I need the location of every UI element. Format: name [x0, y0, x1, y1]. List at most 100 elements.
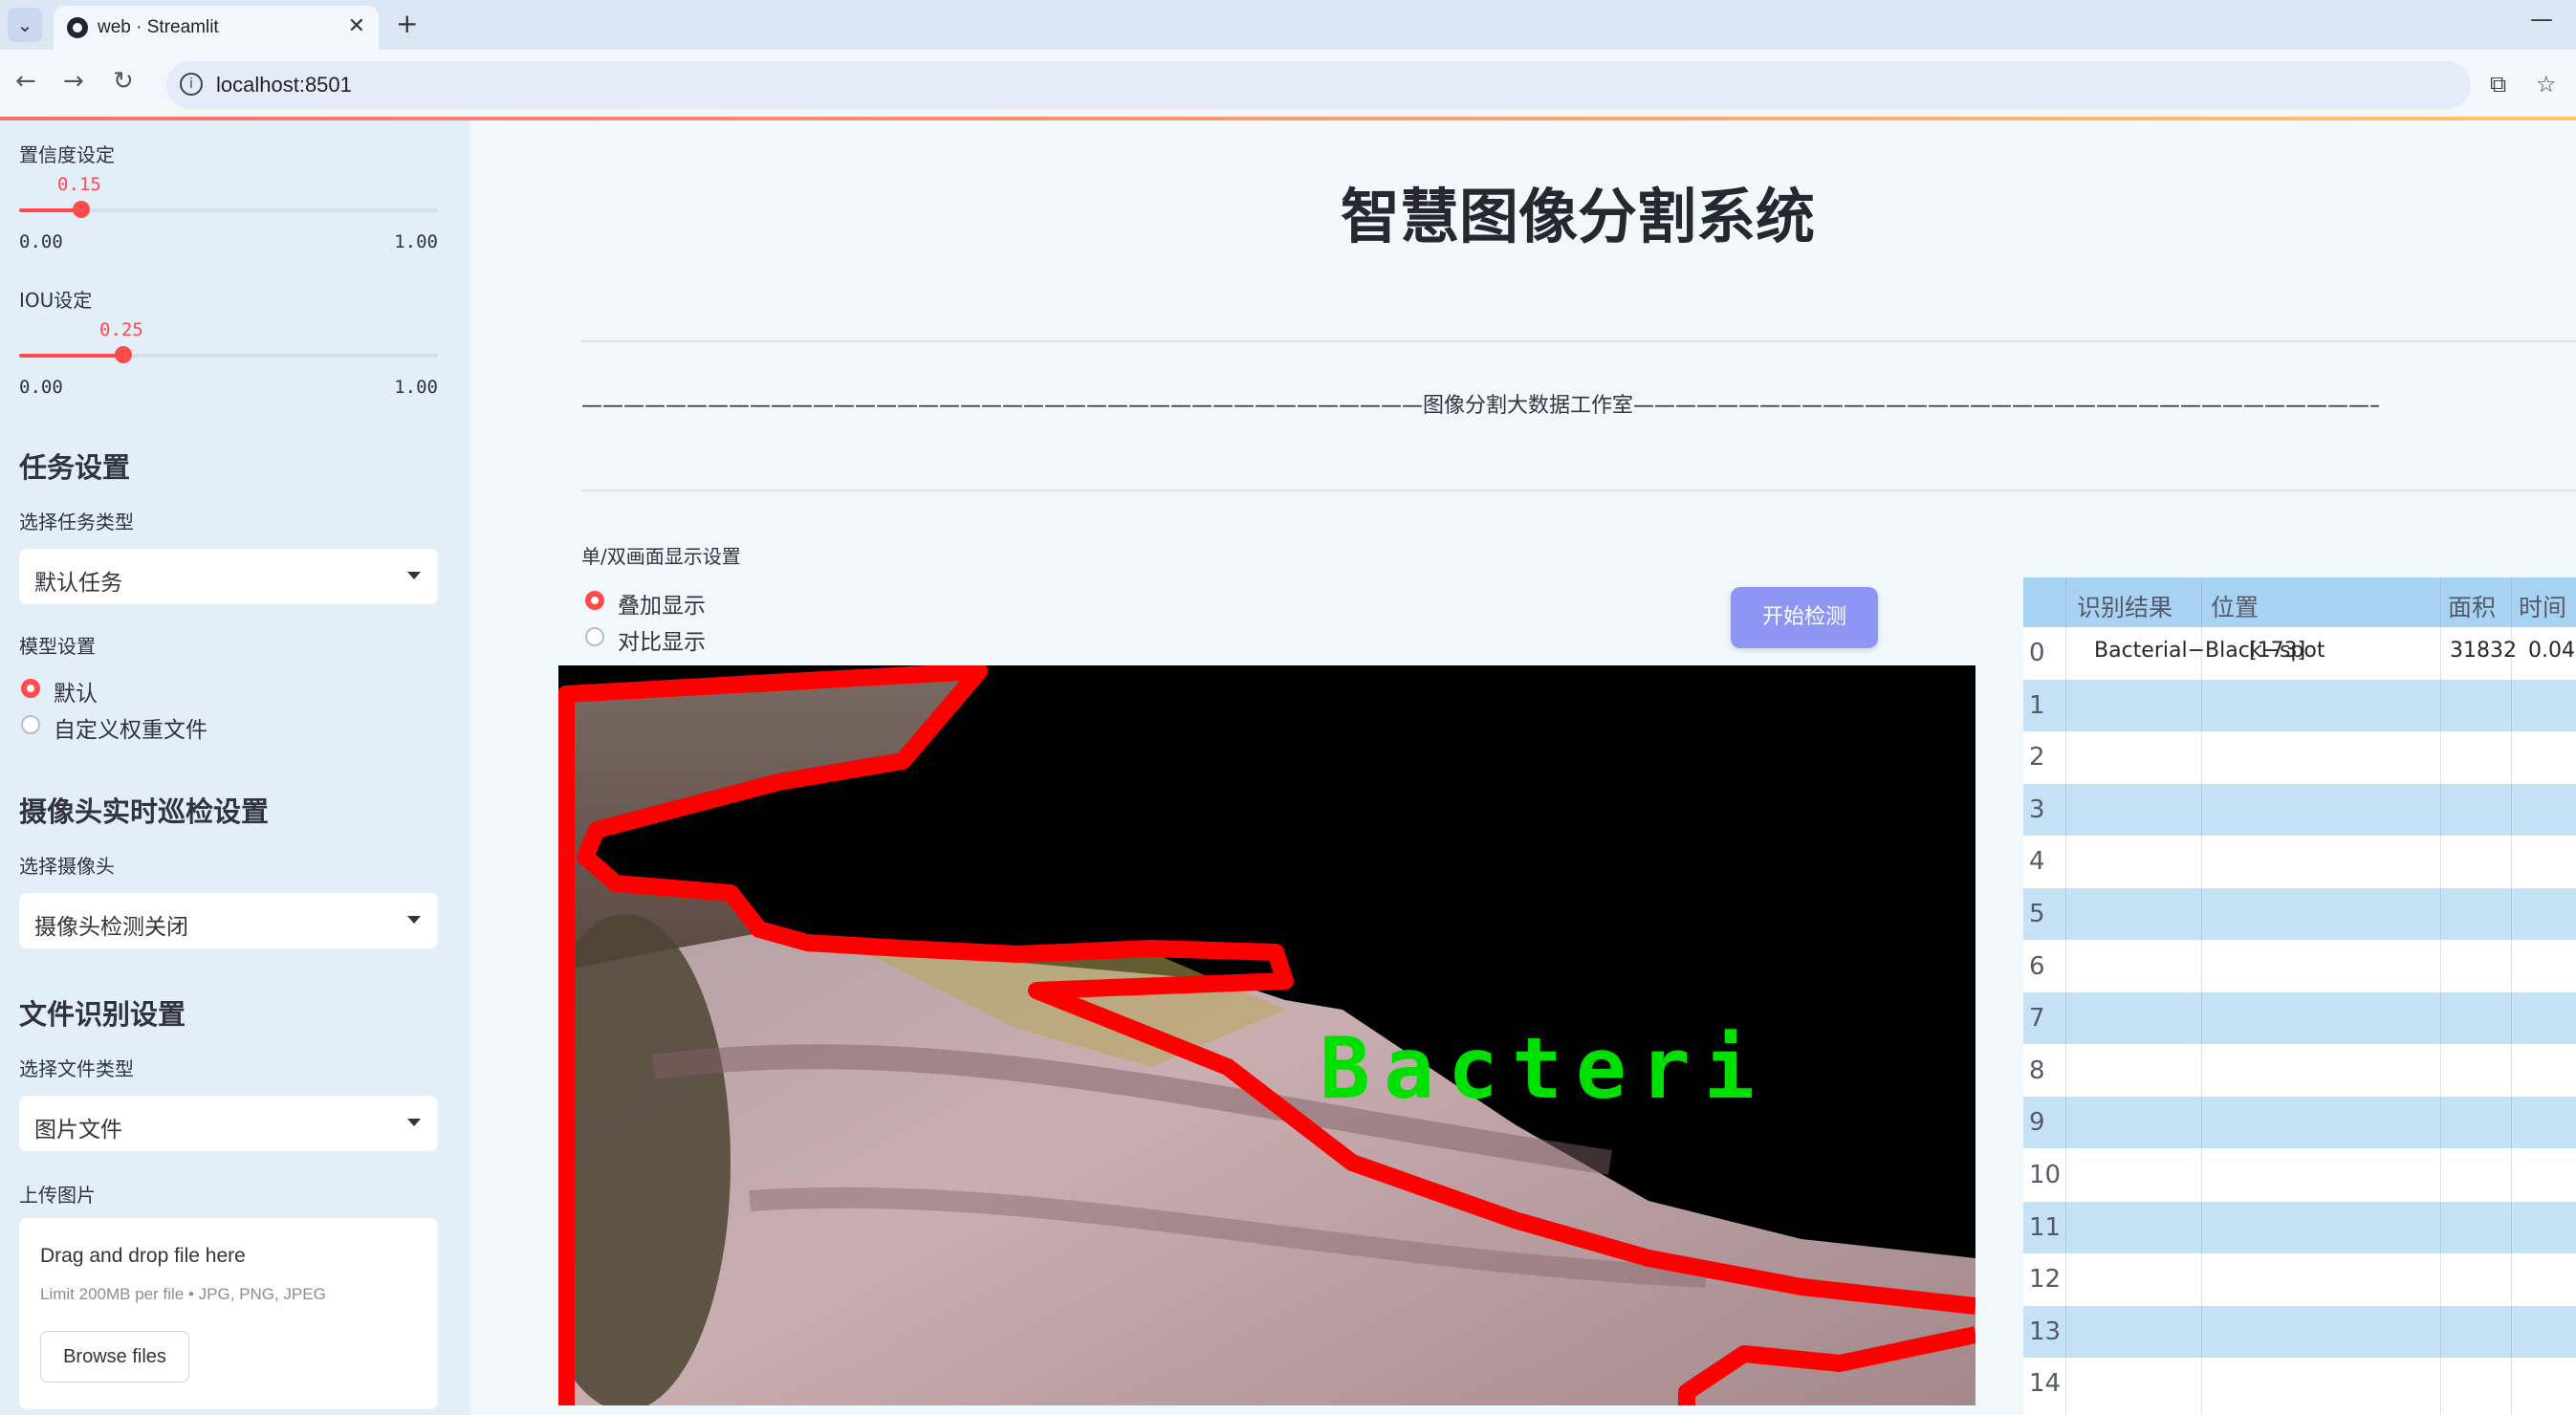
upload-drop-text: Drag and drop file here: [40, 1245, 246, 1267]
upload-label: 上传图片: [19, 1184, 96, 1207]
camera-select[interactable]: 摄像头检测关闭: [19, 893, 438, 948]
column-header-area[interactable]: 面积: [2448, 589, 2496, 623]
start-detection-button[interactable]: 开始检测: [1731, 587, 1878, 648]
table-row[interactable]: 1: [2023, 679, 2576, 731]
row-index: 14: [2029, 1369, 2062, 1399]
camera-settings-heading: 摄像头实时巡检设置: [19, 795, 270, 828]
row-index: 1: [2029, 690, 2045, 720]
radio-label: 叠加显示: [618, 594, 706, 619]
table-row[interactable]: 3: [2023, 783, 2576, 836]
back-arrow-icon[interactable]: ←: [15, 67, 36, 96]
row-index: 9: [2029, 1108, 2045, 1138]
table-row[interactable]: 5: [2023, 888, 2576, 940]
bookmark-star-icon[interactable]: ☆: [2536, 71, 2557, 98]
chevron-down-icon: [407, 1119, 421, 1126]
row-index: 12: [2029, 1265, 2062, 1295]
url-text: localhost:8501: [216, 73, 352, 97]
segmentation-result-image: Bacteri: [558, 665, 1976, 1405]
table-header: 识别结果 位置 面积 时间: [2023, 577, 2576, 627]
row-index: 3: [2029, 795, 2045, 824]
slider-min: 0.00: [19, 377, 63, 398]
divider: [581, 490, 2576, 491]
results-table[interactable]: 识别结果 位置 面积 时间 0 Bacterial−Black−spot [173]…: [2023, 577, 2576, 1415]
table-row[interactable]: 8: [2023, 1044, 2576, 1097]
table-row[interactable]: 10: [2023, 1149, 2576, 1201]
cell-area: 31832: [2450, 639, 2517, 663]
radio-unselected-icon[interactable]: [21, 715, 40, 734]
minimize-window-icon[interactable]: —: [2530, 6, 2553, 33]
table-row[interactable]: 12: [2023, 1253, 2576, 1306]
segmentation-overlay: Bacteri: [558, 665, 1976, 1405]
confidence-slider[interactable]: 0.15 0.00 1.00: [19, 120, 438, 252]
task-settings-heading: 任务设置: [19, 451, 131, 484]
model-settings-label: 模型设置: [19, 635, 96, 658]
file-type-select[interactable]: 图片文件: [19, 1096, 438, 1151]
slider-value: 0.15: [57, 174, 101, 195]
table-row[interactable]: 11: [2023, 1201, 2576, 1253]
table-row[interactable]: 7: [2023, 992, 2576, 1045]
forward-arrow-icon[interactable]: →: [63, 67, 84, 96]
table-row[interactable]: 13: [2023, 1305, 2576, 1358]
row-index: 8: [2029, 1056, 2045, 1085]
browse-files-button[interactable]: Browse files: [40, 1331, 189, 1382]
column-divider: [2065, 577, 2066, 1415]
slider-fill: [19, 354, 124, 358]
slider-value: 0.25: [99, 319, 143, 340]
row-index: 2: [2029, 743, 2045, 773]
table-row[interactable]: 6: [2023, 940, 2576, 992]
file-type-label: 选择文件类型: [19, 1057, 134, 1080]
task-type-select[interactable]: 默认任务: [19, 549, 438, 604]
radio-unselected-icon[interactable]: [585, 627, 604, 646]
page-title: 智慧图像分割系统: [1340, 182, 1815, 251]
table-row[interactable]: 4: [2023, 836, 2576, 888]
slider-max: 1.00: [394, 377, 438, 398]
row-index: 4: [2029, 847, 2045, 877]
streamlit-favicon-icon: [67, 17, 88, 38]
table-row[interactable]: 14: [2023, 1358, 2576, 1410]
browser-tab[interactable]: web · Streamlit ✕: [54, 6, 379, 50]
radio-label: 对比显示: [618, 630, 706, 655]
slider-thumb[interactable]: [115, 346, 132, 363]
row-index: 13: [2029, 1317, 2062, 1346]
reload-icon[interactable]: ↻: [113, 67, 134, 96]
select-value: 摄像头检测关闭: [34, 915, 188, 940]
app-root: ⌄ web · Streamlit ✕ + — ← → ↻ i localhos…: [0, 0, 2576, 1415]
upload-limit-text: Limit 200MB per file • JPG, PNG, JPEG: [40, 1285, 326, 1303]
column-header-time[interactable]: 时间: [2519, 589, 2566, 623]
radio-label: 自定义权重文件: [54, 718, 207, 743]
row-index: 5: [2029, 900, 2045, 928]
tab-list-chevron-icon[interactable]: ⌄: [8, 8, 42, 42]
radio-label: 默认: [54, 682, 98, 707]
iou-slider[interactable]: 0.25 0.00 1.00: [19, 266, 438, 398]
new-tab-icon[interactable]: +: [396, 8, 418, 39]
table-row[interactable]: 2: [2023, 731, 2576, 784]
tab-title: web · Streamlit: [98, 17, 219, 37]
translate-icon[interactable]: ⧉: [2490, 71, 2506, 98]
table-row[interactable]: 0 Bacterial−Black−spot [173] 31832 0.04: [2023, 627, 2576, 679]
radio-selected-icon[interactable]: [21, 679, 40, 698]
chevron-down-icon: [407, 572, 421, 579]
column-header-result[interactable]: 识别结果: [2077, 589, 2172, 623]
slider-thumb[interactable]: [73, 201, 90, 218]
display-mode-label: 单/双画面显示设置: [581, 545, 741, 568]
cell-time: 0.04: [2528, 639, 2575, 663]
column-divider: [2201, 577, 2202, 1415]
site-info-icon[interactable]: i: [180, 73, 203, 96]
browser-tab-bar: ⌄ web · Streamlit ✕ + —: [0, 0, 2576, 50]
column-divider: [2511, 577, 2512, 1415]
column-divider: [2440, 577, 2441, 1415]
close-tab-icon[interactable]: ✕: [348, 14, 365, 38]
url-field[interactable]: i localhost:8501: [166, 61, 2471, 109]
column-header-position[interactable]: 位置: [2211, 589, 2259, 623]
row-index: 7: [2029, 1004, 2045, 1034]
select-value: 默认任务: [34, 571, 122, 596]
browser-address-bar: ← → ↻ i localhost:8501 ⧉ ☆: [0, 50, 2576, 119]
detection-label-text: Bacteri: [1320, 1019, 1768, 1118]
task-type-label: 选择任务类型: [19, 511, 134, 533]
camera-select-label: 选择摄像头: [19, 855, 115, 878]
slider-min: 0.00: [19, 231, 63, 252]
radio-selected-icon[interactable]: [585, 591, 604, 610]
file-uploader-dropzone[interactable]: Drag and drop file here Limit 200MB per …: [19, 1218, 438, 1409]
divider: [581, 340, 2576, 342]
table-row[interactable]: 9: [2023, 1097, 2576, 1149]
